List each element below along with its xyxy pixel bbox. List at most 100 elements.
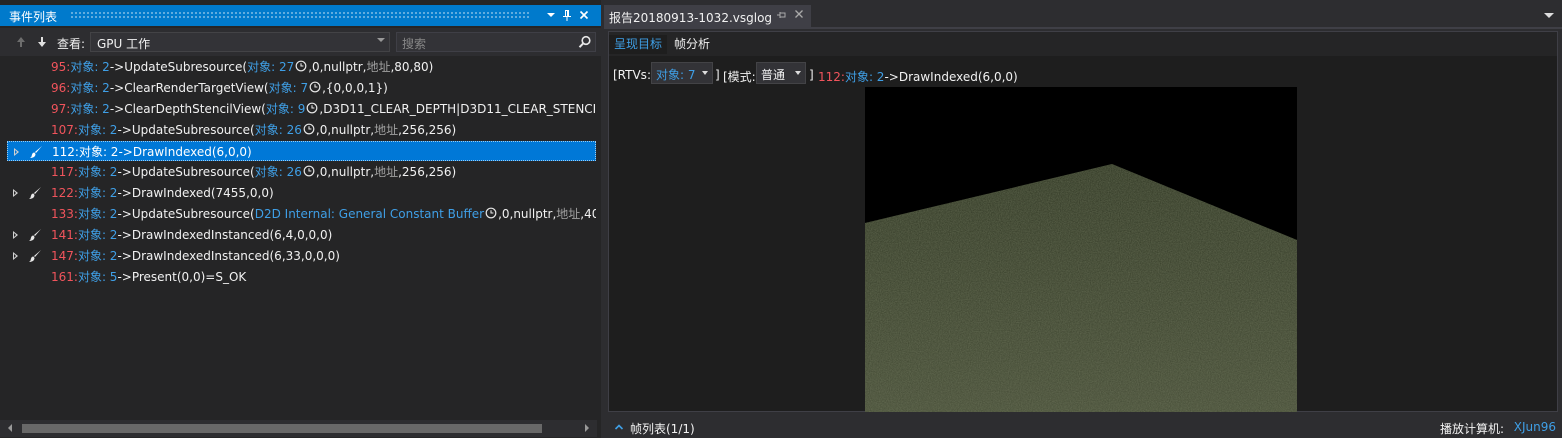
close-tab-icon[interactable] xyxy=(793,8,805,24)
event-number: 133: xyxy=(51,207,78,221)
event-address-label: 地址 xyxy=(366,60,391,74)
expand-arrow-icon[interactable] xyxy=(12,142,22,160)
event-number: 141: xyxy=(51,228,78,242)
mode-label: [模式: xyxy=(723,70,756,84)
event-row-selected[interactable]: 112:对象: 2->DrawIndexed(6,0,0) xyxy=(7,141,596,161)
event-address-label: 地址 xyxy=(374,123,399,137)
event-row[interactable]: 117:对象: 2->UpdateSubresource(对象: 26 ,0,nu… xyxy=(7,162,596,182)
event-object[interactable]: 对象: 2 xyxy=(79,145,119,159)
event-arg-object[interactable]: 对象: 26 xyxy=(255,123,302,137)
draw-call-brush-icon xyxy=(27,185,43,201)
event-number: 147: xyxy=(51,249,78,263)
history-icon[interactable] xyxy=(295,58,307,72)
event-list-toolbar: 查看: GPU 工作 搜索 xyxy=(0,28,601,56)
expand-arrow-icon[interactable] xyxy=(11,246,21,266)
event-object[interactable]: 对象: 2 xyxy=(70,102,110,116)
search-input[interactable]: 搜索 xyxy=(396,32,596,52)
event-object[interactable]: 对象: 2 xyxy=(78,249,118,263)
event-arg-object[interactable]: 对象: 7 xyxy=(269,81,309,95)
scrollbar-thumb[interactable] xyxy=(22,424,542,433)
rtvs-dropdown[interactable]: 对象: 7 xyxy=(651,62,713,84)
render-target-preview[interactable] xyxy=(865,87,1297,412)
document-dropdown-icon[interactable] xyxy=(1544,13,1554,18)
horizontal-scrollbar[interactable] xyxy=(0,420,597,437)
pin-icon[interactable] xyxy=(559,7,575,23)
event-arg-object[interactable]: 对象: 26 xyxy=(255,165,302,179)
view-tabs: 呈现目标 帧分析 xyxy=(609,32,1557,56)
event-arg-object[interactable]: 对象: 9 xyxy=(266,102,306,116)
event-row[interactable]: 122:对象: 2->DrawIndexed(7455,0,0) xyxy=(7,183,596,203)
document-tab[interactable]: 报告20180913-1032.vsglog xyxy=(604,5,811,27)
event-row[interactable]: 95:对象: 2->UpdateSubresource(对象: 27 ,0,nul… xyxy=(7,57,596,77)
event-list-title-bar[interactable]: 事件列表 xyxy=(0,5,601,26)
event-number: 95: xyxy=(51,60,71,74)
event-row[interactable]: 161:对象: 5->Present(0,0)=S_OK xyxy=(7,267,596,287)
close-icon[interactable] xyxy=(576,7,592,23)
expand-arrow-icon[interactable] xyxy=(11,183,21,203)
mode-dropdown[interactable]: 普通 xyxy=(756,62,806,84)
event-object[interactable]: 对象: 2 xyxy=(78,228,118,242)
dropdown-arrow-icon xyxy=(795,71,801,75)
status-bar: 帧列表(1/1) 播放计算机: XJun96 xyxy=(604,415,1562,438)
rtvs-dropdown-value: 对象: 7 xyxy=(656,68,696,82)
event-text: 107:对象: 2->UpdateSubresource(对象: 26 ,0,nu… xyxy=(51,120,456,140)
expand-arrow-icon[interactable] xyxy=(11,225,21,245)
pin-tab-icon[interactable] xyxy=(775,9,787,24)
view-label: 查看: xyxy=(57,37,86,51)
event-list-panel: 事件列表 查看: GPU 工作 搜索 95:对象: 2->UpdateSubre… xyxy=(0,0,601,438)
event-object[interactable]: 对象: 2 xyxy=(78,165,118,179)
view-dropdown[interactable]: GPU 工作 xyxy=(90,32,390,52)
history-icon[interactable] xyxy=(303,163,315,177)
event-row[interactable]: 147:对象: 2->DrawIndexedInstanced(6,33,0,0… xyxy=(7,246,596,266)
event-args-tail: ,80,80) xyxy=(390,60,434,74)
history-icon[interactable] xyxy=(309,79,321,93)
event-object[interactable]: 对象: 2 xyxy=(78,186,118,200)
dropdown-arrow-icon xyxy=(702,71,708,75)
document-tab-name: 报告20180913-1032.vsglog xyxy=(609,11,773,25)
event-text: 95:对象: 2->UpdateSubresource(对象: 27 ,0,nul… xyxy=(51,57,433,77)
event-arg-object[interactable]: 对象: 27 xyxy=(247,60,294,74)
event-row[interactable]: 96:对象: 2->ClearRenderTargetView(对象: 7 ,{0… xyxy=(7,78,596,98)
current-event-object[interactable]: 对象: 2 xyxy=(845,70,885,84)
playback-machine-link[interactable]: XJun96 xyxy=(1514,420,1556,434)
next-arrow-icon[interactable] xyxy=(35,34,49,50)
event-args: ,0,nullptr, xyxy=(498,207,557,221)
tab-render-target[interactable]: 呈现目标 xyxy=(609,35,668,54)
event-text: 117:对象: 2->UpdateSubresource(对象: 26 ,0,nu… xyxy=(51,162,456,182)
event-object[interactable]: 对象: 2 xyxy=(70,81,110,95)
chevron-down-icon[interactable] xyxy=(543,7,559,23)
mode-close-bracket: ] xyxy=(809,68,814,82)
frame-list-toggle[interactable]: 帧列表(1/1) xyxy=(630,420,695,437)
event-list: 95:对象: 2->UpdateSubresource(对象: 27,0,nul… xyxy=(0,57,597,417)
event-object[interactable]: 对象: 2 xyxy=(78,123,118,137)
event-row[interactable]: 107:对象: 2->UpdateSubresource(对象: 26 ,0,nu… xyxy=(7,120,596,140)
previous-arrow-icon[interactable] xyxy=(14,34,28,50)
event-address-label: 地址 xyxy=(374,165,399,179)
event-number: 107: xyxy=(51,123,78,137)
event-function: ->UpdateSubresource( xyxy=(109,60,248,74)
event-args: ,0,nullptr, xyxy=(315,165,375,179)
graphics-document-panel: 报告20180913-1032.vsglog 呈现目标 帧分析 [RTVs: 对… xyxy=(604,0,1562,438)
scroll-right-icon[interactable] xyxy=(585,424,589,432)
search-icon[interactable] xyxy=(578,35,592,49)
chevron-up-icon[interactable] xyxy=(614,421,624,431)
playback-machine-label: 播放计算机: xyxy=(1439,422,1504,436)
event-text: 96:对象: 2->ClearRenderTargetView(对象: 7 ,{0… xyxy=(51,78,388,98)
event-object[interactable]: 对象: 2 xyxy=(78,207,118,221)
event-number: 96: xyxy=(51,81,71,95)
history-icon[interactable] xyxy=(485,205,497,219)
event-function: ->DrawIndexedInstanced(6,4,0,0,0) xyxy=(117,228,333,242)
history-icon[interactable] xyxy=(306,100,318,114)
event-arg-object[interactable]: D2D Internal: General Constant Buffer xyxy=(255,207,484,221)
event-object[interactable]: 对象: 5 xyxy=(78,270,118,284)
event-object[interactable]: 对象: 2 xyxy=(70,60,110,74)
scroll-left-icon[interactable] xyxy=(8,424,12,432)
tab-frame-analysis[interactable]: 帧分析 xyxy=(669,35,715,54)
event-function: ->Present(0,0)=S_OK xyxy=(117,270,247,284)
event-row[interactable]: 97:对象: 2->ClearDepthStencilView(对象: 9 ,D3… xyxy=(7,99,596,119)
event-row[interactable]: 141:对象: 2->DrawIndexedInstanced(6,4,0,0,… xyxy=(7,225,596,245)
history-icon[interactable] xyxy=(303,121,315,135)
event-row[interactable]: 133:对象: 2->UpdateSubresource(D2D Interna… xyxy=(7,204,596,224)
event-address-label: 地址 xyxy=(556,207,581,221)
draw-call-brush-icon xyxy=(27,248,43,264)
